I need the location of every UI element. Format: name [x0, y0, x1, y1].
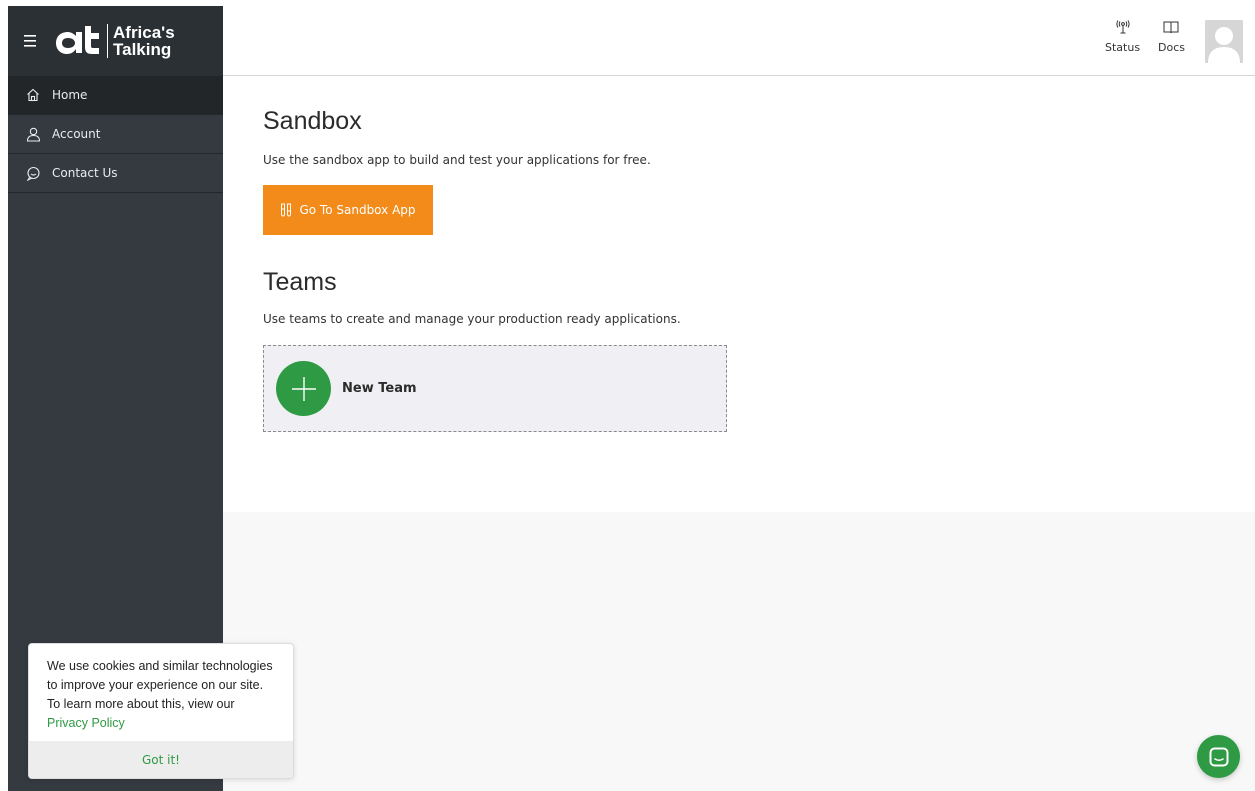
- status-button[interactable]: Status: [1105, 20, 1140, 54]
- docs-label: Docs: [1158, 41, 1185, 54]
- home-icon: [25, 87, 41, 103]
- brand-bar: Africa's Talking: [8, 6, 223, 76]
- content-footer-area: [223, 512, 1255, 791]
- sidebar-item-home[interactable]: Home: [8, 76, 223, 115]
- add-circle-icon: [276, 361, 331, 416]
- sidebar-item-account[interactable]: Account: [8, 115, 223, 154]
- test-tubes-icon: [280, 203, 292, 217]
- logo-line-1: Africa's: [113, 23, 175, 42]
- sandbox-title: Sandbox: [263, 107, 362, 135]
- default-avatar-icon: [1205, 20, 1243, 63]
- teams-description: Use teams to create and manage your prod…: [263, 312, 681, 326]
- go-to-sandbox-button[interactable]: Go To Sandbox App: [263, 185, 433, 235]
- cookie-accept-button[interactable]: Got it!: [29, 741, 293, 778]
- privacy-policy-link[interactable]: Privacy Policy: [47, 716, 125, 730]
- cookie-message: We use cookies and similar technologies …: [29, 644, 293, 742]
- chat-launcher-button[interactable]: [1197, 735, 1240, 778]
- main-content: Sandbox Use the sandbox app to build and…: [223, 77, 1255, 512]
- sidebar-item-label: Home: [52, 88, 88, 102]
- user-icon: [25, 126, 41, 142]
- cookie-consent-banner: We use cookies and similar technologies …: [28, 643, 294, 779]
- page-gutter: [0, 0, 8, 791]
- docs-button[interactable]: Docs: [1158, 20, 1185, 54]
- africas-talking-logo[interactable]: Africa's Talking: [54, 24, 175, 58]
- sidebar-item-contact-us[interactable]: Contact Us: [8, 154, 223, 193]
- top-header: Status Docs: [223, 0, 1255, 76]
- chat-bubble-icon: [25, 165, 41, 181]
- sidebar-item-label: Account: [52, 127, 101, 141]
- logo-line-2: Talking: [113, 40, 172, 59]
- sidebar-item-label: Contact Us: [52, 166, 118, 180]
- go-to-sandbox-label: Go To Sandbox App: [299, 203, 416, 217]
- chat-icon: [1209, 747, 1228, 766]
- new-team-card[interactable]: New Team: [263, 345, 727, 432]
- logo-wordmark: Africa's Talking: [107, 24, 175, 58]
- antenna-icon: [1115, 20, 1131, 37]
- sandbox-description: Use the sandbox app to build and test yo…: [263, 153, 651, 167]
- book-icon: [1163, 20, 1179, 37]
- logo-at-icon: [56, 26, 99, 54]
- status-label: Status: [1105, 41, 1141, 54]
- hamburger-menu-icon[interactable]: [24, 32, 42, 51]
- avatar[interactable]: [1205, 20, 1243, 63]
- new-team-label: New Team: [342, 381, 417, 396]
- cookie-text: We use cookies and similar technologies …: [47, 659, 273, 711]
- teams-title: Teams: [263, 268, 337, 296]
